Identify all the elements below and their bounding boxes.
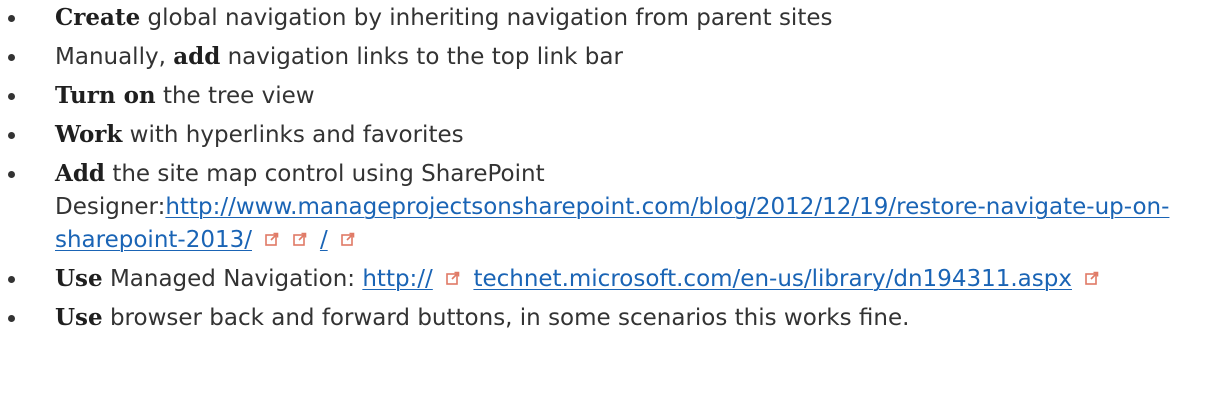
external-link-icon[interactable]: [292, 232, 307, 246]
bullet-dot: [8, 171, 15, 178]
bullet-dot: [8, 315, 15, 322]
external-link-icon[interactable]: [265, 232, 279, 246]
bullet-dot: [8, 15, 15, 22]
keyword: Work: [55, 121, 123, 148]
technet-link[interactable]: technet.microsoft.com/en-us/library/dn19…: [473, 266, 1072, 292]
list-item: Use Managed Navigation: http:// technet.…: [0, 262, 1214, 296]
keyword: Turn on: [55, 82, 156, 109]
keyword: add: [173, 43, 221, 70]
bullet-dot: [8, 93, 15, 100]
list-item: Manually, add navigation links to the to…: [0, 40, 1214, 74]
list-item: Work with hyperlinks and favorites: [0, 118, 1214, 152]
external-link-icon[interactable]: [446, 271, 460, 285]
external-link-icon[interactable]: [1085, 271, 1099, 285]
bullet-dot: [8, 276, 15, 283]
bullet-dot: [8, 132, 15, 139]
external-link-icon[interactable]: [341, 232, 355, 246]
bullet-list: Create global navigation by inheriting n…: [0, 1, 1214, 335]
http-link[interactable]: http://: [362, 266, 432, 292]
item-text: navigation links to the top link bar: [220, 44, 623, 70]
keyword: Use: [55, 265, 103, 292]
item-text: the tree view: [155, 83, 315, 109]
sharepoint-blog-link[interactable]: http://www.manageprojectsonsharepoint.co…: [55, 194, 1169, 253]
list-item: Use browser back and forward buttons, in…: [0, 301, 1214, 335]
item-text: Managed Navigation:: [102, 266, 363, 292]
item-text: with hyperlinks and favorites: [122, 122, 464, 148]
item-prefix: Manually,: [55, 44, 174, 70]
list-item: Add the site map control using SharePoin…: [0, 157, 1214, 257]
slash-link[interactable]: /: [320, 227, 328, 253]
item-text: browser back and forward buttons, in som…: [102, 305, 910, 331]
list-item: Turn on the tree view: [0, 79, 1214, 113]
list-item: Create global navigation by inheriting n…: [0, 1, 1214, 35]
item-text: global navigation by inheriting navigati…: [140, 5, 833, 31]
keyword: Add: [55, 160, 106, 187]
bullet-dot: [8, 54, 15, 61]
keyword: Create: [55, 4, 141, 31]
keyword: Use: [55, 304, 103, 331]
